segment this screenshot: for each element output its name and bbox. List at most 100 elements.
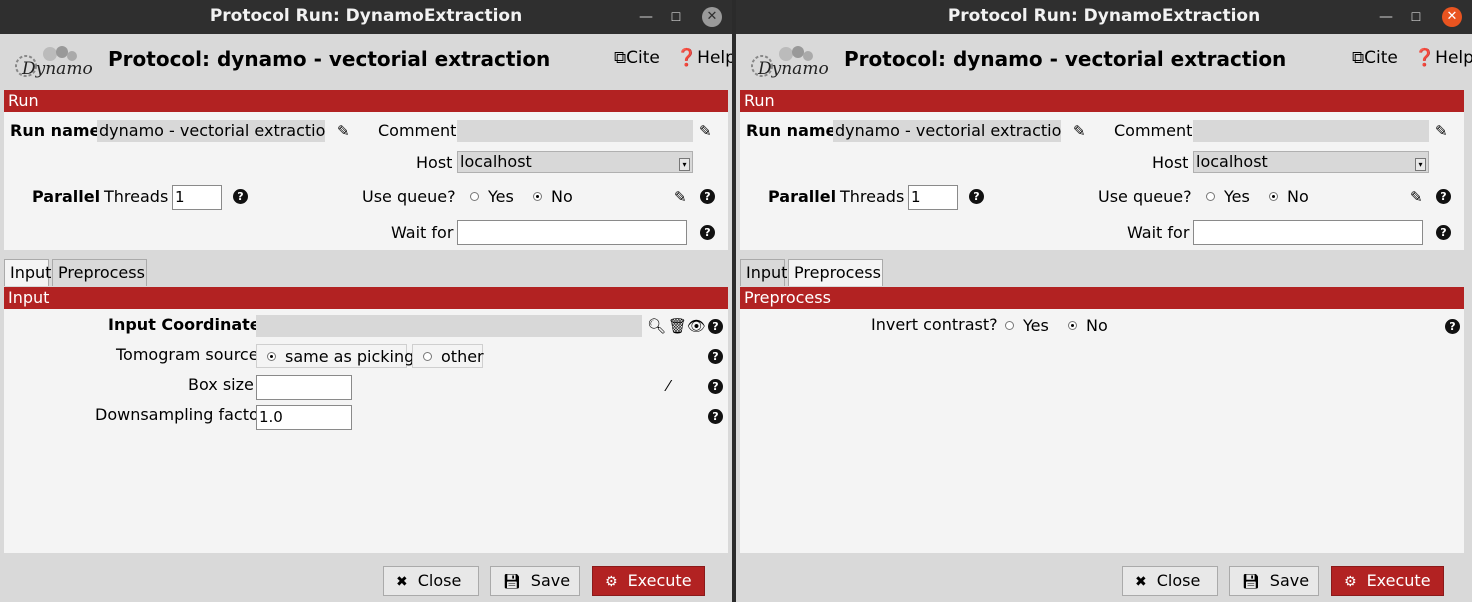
cite-label: Cite: [626, 48, 660, 68]
wait-for-input[interactable]: [457, 220, 687, 245]
help-icon[interactable]: ?: [1436, 225, 1451, 240]
pencil-icon[interactable]: ✎: [1410, 188, 1423, 206]
external-link-icon: ⧉: [614, 48, 627, 68]
help-icon[interactable]: ?: [1445, 319, 1460, 334]
cite-link[interactable]: ⧉Cite: [1352, 48, 1398, 68]
protocol-title: Protocol: dynamo - vectorial extraction: [844, 47, 1287, 71]
pencil-icon[interactable]: ✎: [1073, 122, 1086, 140]
tomogram-source-option-same[interactable]: same as picking: [256, 344, 414, 368]
protocol-title: Protocol: dynamo - vectorial extraction: [108, 47, 551, 71]
comment-field[interactable]: [1193, 120, 1429, 142]
close-icon: ✖: [1135, 574, 1147, 590]
host-value: localhost: [460, 152, 532, 171]
same-as-picking-label: same as picking: [285, 347, 415, 366]
invert-contrast-no-radio[interactable]: [1068, 321, 1077, 330]
magic-wand-icon[interactable]: ⁄: [667, 377, 670, 395]
close-button[interactable]: ✖ Close: [1122, 566, 1218, 596]
use-queue-label: Use queue?: [362, 187, 456, 206]
cite-link[interactable]: ⧉Cite: [614, 48, 660, 68]
maximize-icon[interactable]: ☐: [1406, 7, 1426, 27]
help-icon[interactable]: ?: [969, 189, 984, 204]
comment-label: Comment: [378, 121, 457, 140]
threads-input[interactable]: 1: [172, 185, 222, 210]
close-button[interactable]: ✖ Close: [383, 566, 479, 596]
same-as-picking-radio[interactable]: [267, 352, 276, 361]
pencil-icon[interactable]: ✎: [337, 122, 350, 140]
execute-button[interactable]: ⚙ Execute: [592, 566, 705, 596]
tomogram-source-label: Tomogram source: [116, 345, 259, 364]
invert-contrast-yes-label: Yes: [1023, 316, 1049, 335]
help-icon[interactable]: ?: [708, 379, 723, 394]
pencil-icon[interactable]: ✎: [674, 188, 687, 206]
help-link[interactable]: ❓Help: [676, 48, 732, 68]
help-icon[interactable]: ?: [708, 319, 723, 334]
comment-label: Comment: [1114, 121, 1193, 140]
other-radio[interactable]: [423, 352, 432, 361]
run-name-field[interactable]: dynamo - vectorial extraction (2: [833, 120, 1061, 142]
question-icon: ❓: [676, 48, 698, 68]
eye-icon[interactable]: 👁︎: [687, 317, 706, 335]
help-icon[interactable]: ?: [708, 349, 723, 364]
protocol-header: Dynamo Protocol: dynamo - vectorial extr…: [0, 34, 732, 90]
threads-label: Threads: [104, 187, 169, 206]
invert-contrast-yes-radio[interactable]: [1005, 321, 1014, 330]
dynamo-logo: Dynamo: [751, 46, 828, 79]
input-coordinates-field[interactable]: [256, 315, 642, 337]
title-bar[interactable]: Protocol Run: DynamoExtraction — ☐ ✕: [0, 0, 732, 34]
host-select[interactable]: localhost ▾: [457, 151, 693, 173]
help-icon[interactable]: ?: [1436, 189, 1451, 204]
use-queue-no-radio[interactable]: [533, 192, 542, 201]
save-button[interactable]: 💾︎ Save: [1229, 566, 1319, 596]
host-select[interactable]: localhost ▾: [1193, 151, 1429, 173]
help-icon[interactable]: ?: [233, 189, 248, 204]
invert-contrast-no-label: No: [1086, 316, 1108, 335]
comment-field[interactable]: [457, 120, 693, 142]
tab-preprocess[interactable]: Preprocess: [788, 259, 883, 286]
save-icon: 💾︎: [503, 574, 521, 590]
gears-icon: ⚙: [605, 574, 618, 590]
trash-icon[interactable]: 🗑︎: [668, 317, 687, 335]
execute-button[interactable]: ⚙ Execute: [1331, 566, 1444, 596]
downsampling-factor-input[interactable]: 1.0: [256, 405, 352, 430]
parallel-label: Parallel: [32, 187, 101, 206]
use-queue-yes-radio[interactable]: [470, 192, 479, 201]
host-label: Host: [1152, 153, 1189, 172]
use-queue-no-radio[interactable]: [1269, 192, 1278, 201]
maximize-icon[interactable]: ☐: [666, 7, 686, 27]
run-section-header: Run: [4, 90, 728, 112]
gears-icon: ⚙: [1344, 574, 1357, 590]
pencil-icon[interactable]: ✎: [1435, 122, 1448, 140]
help-link[interactable]: ❓Help: [1414, 48, 1472, 68]
box-size-label: Box size: [188, 375, 254, 394]
help-icon[interactable]: ?: [708, 409, 723, 424]
use-queue-no-label: No: [1287, 187, 1309, 206]
downsampling-factor-label: Downsampling factor: [95, 405, 266, 424]
search-icon[interactable]: 🔍︎: [647, 317, 666, 335]
tab-input[interactable]: Input: [4, 259, 51, 286]
close-window-icon[interactable]: ✕: [702, 7, 722, 27]
threads-input[interactable]: 1: [908, 185, 958, 210]
pane-section-header: Input: [4, 287, 728, 309]
host-value: localhost: [1196, 152, 1268, 171]
use-queue-yes-radio[interactable]: [1206, 192, 1215, 201]
window-title: Protocol Run: DynamoExtraction: [209, 6, 523, 26]
other-label: other: [441, 347, 484, 366]
tomogram-source-option-other[interactable]: other: [412, 344, 484, 368]
pencil-icon[interactable]: ✎: [699, 122, 712, 140]
help-icon[interactable]: ?: [700, 225, 715, 240]
box-size-input[interactable]: [256, 375, 352, 400]
title-bar[interactable]: Protocol Run: DynamoExtraction — ☐ ✕: [736, 0, 1472, 34]
minimize-icon[interactable]: —: [636, 7, 656, 27]
run-name-field[interactable]: dynamo - vectorial extraction (2: [97, 120, 325, 142]
tab-input[interactable]: Input: [740, 259, 787, 286]
dynamo-logo: Dynamo: [15, 46, 92, 79]
help-icon[interactable]: ?: [700, 189, 715, 204]
close-window-icon[interactable]: ✕: [1442, 7, 1462, 27]
minimize-icon[interactable]: —: [1376, 7, 1396, 27]
save-button[interactable]: 💾︎ Save: [490, 566, 580, 596]
tab-preprocess[interactable]: Preprocess: [52, 259, 147, 286]
close-button-label: Close: [417, 571, 462, 590]
wait-for-input[interactable]: [1193, 220, 1423, 245]
chevron-down-icon: ▾: [679, 158, 690, 171]
host-label: Host: [416, 153, 453, 172]
